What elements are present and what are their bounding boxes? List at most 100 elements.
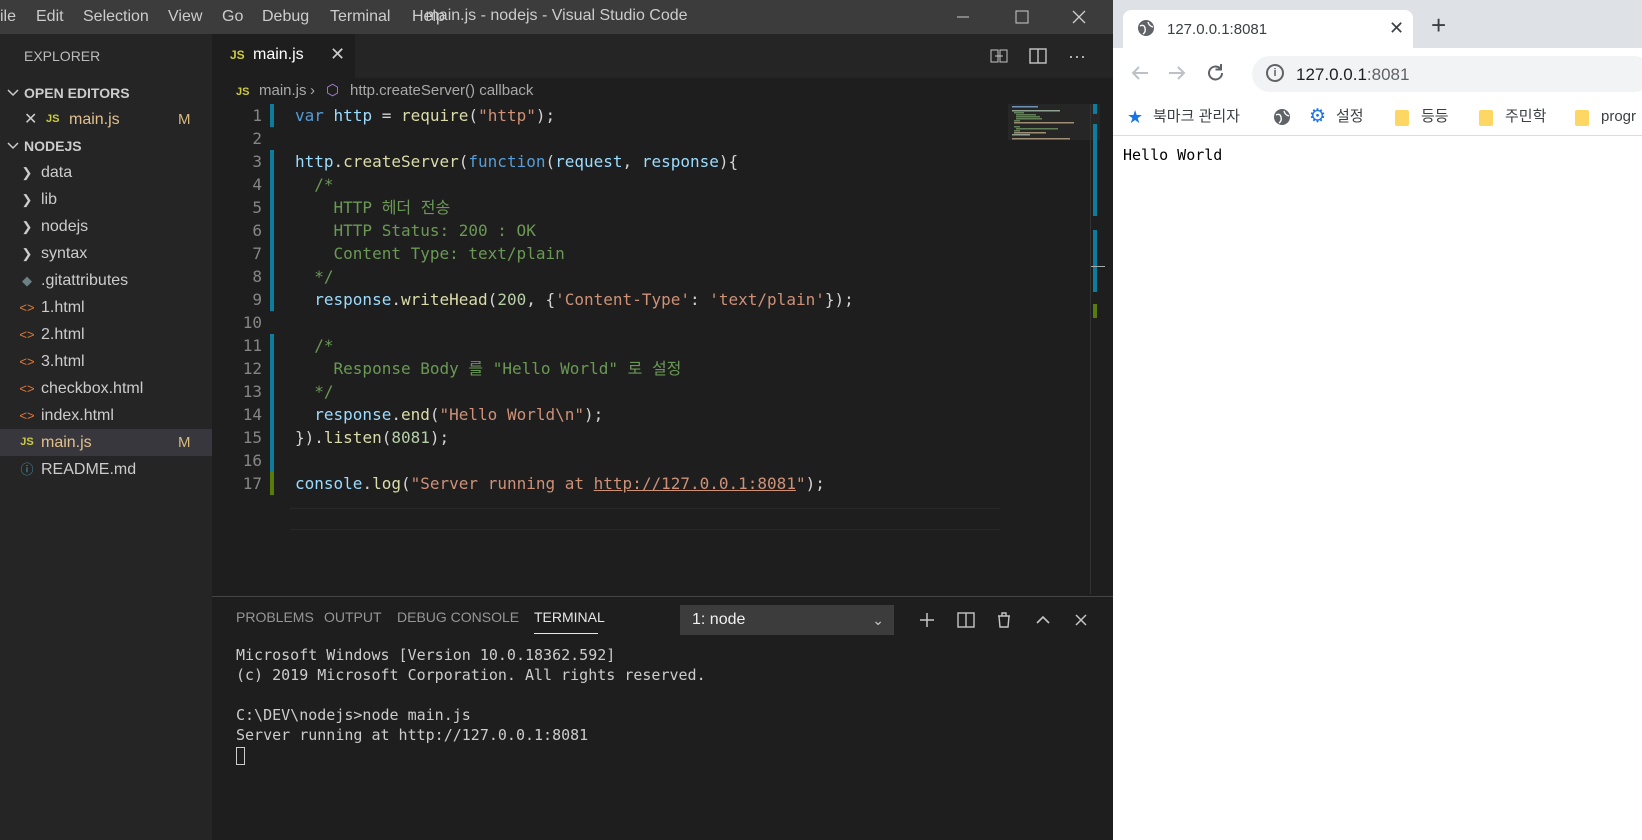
new-terminal-button[interactable] bbox=[914, 607, 940, 633]
open-changes-button[interactable] bbox=[986, 43, 1012, 69]
tree-item-label: main.js bbox=[41, 434, 92, 451]
terminal-line: Server running at http://127.0.0.1:8081 bbox=[236, 726, 589, 744]
current-line-highlight bbox=[290, 508, 1000, 530]
menu-debug[interactable]: Debug bbox=[262, 0, 309, 34]
line-number: 8 bbox=[252, 267, 262, 286]
menu-go[interactable]: Go bbox=[222, 0, 243, 34]
tree-folder-syntax[interactable]: ❯ syntax bbox=[0, 240, 212, 267]
tree-file-readme[interactable]: ⓘ README.md bbox=[0, 456, 212, 483]
bookmark-label: 설정 bbox=[1336, 108, 1364, 125]
menu-selection[interactable]: Selection bbox=[83, 0, 149, 34]
split-editor-button[interactable] bbox=[1025, 43, 1051, 69]
maximize-button[interactable] bbox=[999, 0, 1045, 34]
tab-main-js[interactable]: JS main.js ✕ bbox=[212, 34, 355, 78]
tree-folder-lib[interactable]: ❯ lib bbox=[0, 186, 212, 213]
code-editor[interactable]: 1 2 3 4 5 6 7 8 9 10 11 12 13 14 15 16 1… bbox=[212, 104, 1012, 594]
close-tab-icon[interactable]: ✕ bbox=[1389, 18, 1404, 39]
tree-item-label: 2.html bbox=[41, 326, 85, 343]
bookmark-folder[interactable]: progr bbox=[1575, 105, 1642, 129]
close-tab-icon[interactable]: ✕ bbox=[330, 44, 345, 65]
close-panel-button[interactable] bbox=[1068, 607, 1094, 633]
explorer-title: EXPLORER bbox=[24, 48, 101, 64]
chevron-down-icon bbox=[7, 89, 19, 97]
close-window-button[interactable] bbox=[1056, 0, 1102, 34]
browser-tab[interactable]: 127.0.0.1:8081 ✕ bbox=[1123, 10, 1413, 48]
new-tab-button[interactable]: + bbox=[1431, 12, 1446, 38]
tree-item-label: lib bbox=[41, 191, 58, 208]
git-change-marker bbox=[270, 104, 274, 127]
url-port: :8081 bbox=[1366, 65, 1410, 84]
tree-file-2-html[interactable]: <> 2.html bbox=[0, 321, 212, 348]
open-editors-header[interactable]: OPEN EDITORS bbox=[0, 80, 212, 106]
reload-icon[interactable] bbox=[1205, 62, 1227, 84]
menu-terminal[interactable]: Terminal bbox=[330, 0, 390, 34]
menu-file[interactable]: ile bbox=[0, 0, 16, 34]
line-number: 16 bbox=[242, 451, 262, 470]
line-number: 15 bbox=[242, 428, 262, 447]
terminal-line: C:\DEV\nodejs>node main.js bbox=[236, 706, 471, 724]
line-number: 10 bbox=[242, 313, 262, 332]
js-icon: JS bbox=[236, 86, 250, 98]
back-arrow-icon[interactable] bbox=[1129, 62, 1151, 84]
terminal-select[interactable]: 1: node ⌄ bbox=[680, 605, 894, 635]
line-number: 3 bbox=[252, 152, 262, 171]
kill-terminal-button[interactable] bbox=[991, 607, 1017, 633]
js-icon: JS bbox=[230, 48, 245, 62]
minimap[interactable] bbox=[1008, 104, 1100, 594]
minimize-icon bbox=[957, 16, 969, 18]
terminal-output[interactable]: Microsoft Windows [Version 10.0.18362.59… bbox=[236, 645, 706, 765]
tab-debug-console[interactable]: DEBUG CONSOLE bbox=[397, 609, 519, 625]
overview-ruler bbox=[1091, 104, 1105, 318]
editor-scrollbar[interactable] bbox=[1090, 104, 1105, 594]
html-icon: <> bbox=[19, 327, 35, 342]
code-line: http.createServer(function(request, resp… bbox=[295, 152, 739, 171]
menu-help[interactable]: Help bbox=[412, 0, 445, 34]
menu-edit[interactable]: Edit bbox=[36, 0, 64, 34]
minimap-preview bbox=[1008, 104, 1100, 140]
address-bar[interactable]: i 127.0.0.1:8081 bbox=[1252, 56, 1642, 92]
tree-file-main-js[interactable]: JS main.js M bbox=[0, 429, 212, 456]
tab-output[interactable]: OUTPUT bbox=[324, 609, 382, 625]
tree-folder-nodejs[interactable]: ❯ nodejs bbox=[0, 213, 212, 240]
split-terminal-button[interactable] bbox=[953, 607, 979, 633]
tree-file-index-html[interactable]: <> index.html bbox=[0, 402, 212, 429]
close-icon[interactable]: ✕ bbox=[24, 106, 37, 133]
tree-file-gitattributes[interactable]: ◆ .gitattributes bbox=[0, 267, 212, 294]
modified-badge: M bbox=[178, 111, 191, 128]
menu-view[interactable]: View bbox=[168, 0, 202, 34]
folder-label: NODEJS bbox=[24, 138, 82, 154]
maximize-icon bbox=[1015, 10, 1029, 24]
maximize-panel-button[interactable] bbox=[1030, 607, 1056, 633]
code-line: }).listen(8081); bbox=[295, 428, 450, 447]
tree-file-3-html[interactable]: <> 3.html bbox=[0, 348, 212, 375]
site-info-icon[interactable]: i bbox=[1266, 64, 1284, 82]
tree-item-label: checkbox.html bbox=[41, 380, 144, 397]
tree-item-label: index.html bbox=[41, 407, 114, 424]
page-content-text: Hello World bbox=[1123, 146, 1223, 164]
tab-problems[interactable]: PROBLEMS bbox=[236, 609, 314, 625]
breadcrumb: JS main.js › ⬡ http.createServer() callb… bbox=[212, 80, 1012, 102]
forward-arrow-icon[interactable] bbox=[1166, 62, 1188, 84]
tree-folder-data[interactable]: ❯ data bbox=[0, 159, 212, 186]
tab-label: main.js bbox=[253, 46, 304, 63]
bottom-panel: PROBLEMS OUTPUT DEBUG CONSOLE TERMINAL 1… bbox=[212, 596, 1113, 840]
breadcrumb-file[interactable]: main.js bbox=[259, 80, 307, 102]
code-line: /* bbox=[314, 336, 334, 355]
open-editor-item[interactable]: ✕ JS main.js M bbox=[0, 106, 212, 133]
vscode-window: ile Edit Selection View Go Debug Termina… bbox=[0, 0, 1113, 840]
line-number: 5 bbox=[252, 198, 262, 217]
tab-terminal[interactable]: TERMINAL bbox=[534, 609, 605, 625]
open-editors-label: OPEN EDITORS bbox=[24, 85, 130, 101]
tree-file-1-html[interactable]: <> 1.html bbox=[0, 294, 212, 321]
chevron-right-icon: ❯ bbox=[21, 165, 33, 180]
code-line: Content Type: text/plain bbox=[295, 244, 565, 263]
folder-header[interactable]: NODEJS bbox=[0, 133, 212, 159]
more-actions-button[interactable]: ··· bbox=[1064, 43, 1090, 69]
tree-file-checkbox-html[interactable]: <> checkbox.html bbox=[0, 375, 212, 402]
chevron-right-icon: ❯ bbox=[21, 192, 33, 207]
git-change-marker bbox=[270, 334, 274, 449]
breadcrumb-symbol[interactable]: http.createServer() callback bbox=[350, 80, 533, 102]
minimize-button[interactable] bbox=[940, 0, 986, 34]
code-line: HTTP Status: 200 : OK bbox=[295, 221, 536, 240]
browser-window: 127.0.0.1:8081 ✕ + i 127.0.0.1:8081 ★ 북마… bbox=[1113, 0, 1642, 840]
